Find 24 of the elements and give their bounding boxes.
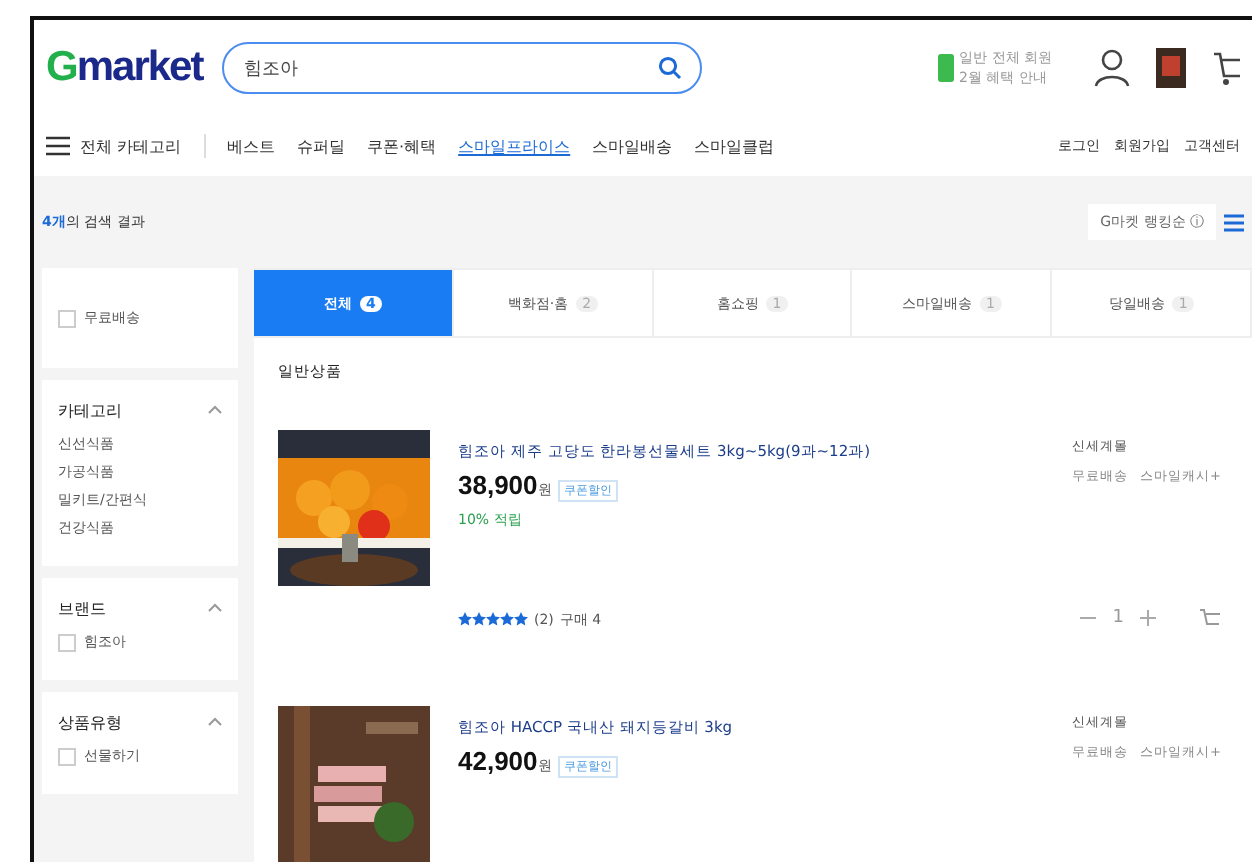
filter-title: 상품유형 bbox=[58, 712, 122, 734]
menu-icon[interactable] bbox=[46, 136, 70, 156]
plus-icon[interactable] bbox=[1140, 610, 1156, 626]
filter-title: 카테고리 bbox=[58, 400, 122, 422]
nav-link[interactable]: 베스트 bbox=[227, 135, 276, 157]
nav-link[interactable]: 슈퍼딜 bbox=[297, 135, 346, 157]
book-icon[interactable] bbox=[1156, 48, 1186, 88]
logo: Gmarket bbox=[46, 44, 203, 92]
search-icon[interactable] bbox=[658, 56, 683, 80]
nav-link[interactable]: 스마일배송 bbox=[592, 135, 673, 157]
quantity-value: 1 bbox=[1112, 608, 1124, 628]
nav-link[interactable]: 스마일클럽 bbox=[694, 135, 775, 157]
nav-link[interactable]: 스마일프라이스 bbox=[458, 135, 571, 157]
checkbox[interactable] bbox=[58, 633, 76, 651]
user-icon[interactable] bbox=[1094, 48, 1130, 88]
category-link[interactable]: 전체 카테고리 bbox=[80, 135, 182, 157]
phone-icon bbox=[937, 54, 954, 82]
filter-title: 브랜드 bbox=[58, 598, 106, 620]
checkbox[interactable] bbox=[58, 747, 76, 765]
search-field[interactable]: 힘조아 bbox=[222, 42, 703, 94]
cart-icon[interactable] bbox=[1212, 48, 1240, 88]
list-view-icon[interactable] bbox=[1224, 213, 1244, 231]
checkbox[interactable] bbox=[58, 309, 76, 327]
nav-link[interactable]: 쿠폰·혜택 bbox=[367, 135, 437, 157]
